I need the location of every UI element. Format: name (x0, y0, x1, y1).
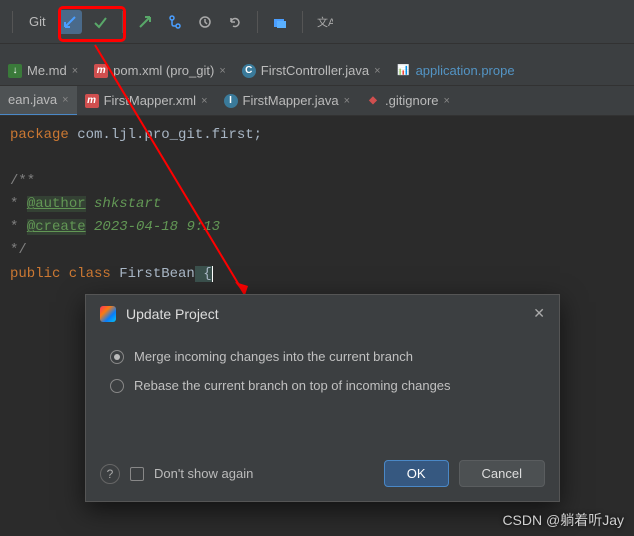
ok-button[interactable]: OK (384, 460, 449, 487)
gitignore-icon: ◆ (366, 94, 380, 108)
main-toolbar: Git 文A (0, 0, 634, 44)
dont-show-checkbox[interactable] (130, 467, 144, 481)
tab-label: FirstMapper.xml (104, 93, 196, 108)
close-icon[interactable]: × (72, 65, 78, 77)
comment: * (10, 196, 27, 212)
separator (257, 11, 258, 33)
text-cursor (212, 266, 221, 282)
dialog-titlebar: Update Project ✕ (86, 295, 559, 332)
radio-label: Merge incoming changes into the current … (134, 349, 413, 364)
tab-pom[interactable]: m pom.xml (pro_git) × (86, 56, 234, 86)
tab-label: pom.xml (pro_git) (113, 63, 214, 78)
tab-mapper-xml[interactable]: m FirstMapper.xml × (77, 86, 216, 116)
interface-icon: I (224, 94, 238, 108)
tab-properties[interactable]: 📊 application.prope (389, 56, 523, 86)
tab-label: ean.java (8, 92, 57, 107)
separator (12, 11, 13, 33)
checkbox-label: Don't show again (154, 466, 374, 481)
separator (302, 11, 303, 33)
spacer (0, 44, 634, 56)
git-label[interactable]: Git (23, 12, 52, 31)
dialog-title: Update Project (126, 306, 523, 322)
brace: { (195, 266, 212, 282)
folder-button[interactable] (268, 10, 292, 34)
radio-merge[interactable]: Merge incoming changes into the current … (110, 342, 535, 371)
doc-tag: @create (27, 219, 86, 235)
branch-button[interactable] (163, 10, 187, 34)
keyword: package (10, 127, 69, 143)
intellij-icon (100, 306, 116, 322)
dialog-footer: ? Don't show again OK Cancel (86, 446, 559, 501)
xml-icon: m (85, 94, 99, 108)
editor-tabs-row-2: ean.java × m FirstMapper.xml × I FirstMa… (0, 86, 634, 116)
close-icon[interactable]: × (444, 95, 450, 107)
close-icon[interactable]: × (201, 95, 207, 107)
comment: * (10, 219, 27, 235)
tab-label: Me.md (27, 63, 67, 78)
doc-value: 2023-04-18 9:13 (86, 219, 220, 235)
package-name: com.ljl.pro_git.first; (69, 127, 262, 143)
editor-tabs-row-1: ↓ Me.md × m pom.xml (pro_git) × C FirstC… (0, 56, 634, 86)
history-button[interactable] (193, 10, 217, 34)
svg-text:文A: 文A (317, 15, 333, 29)
doc-value: shkstart (86, 196, 162, 212)
close-icon[interactable]: × (344, 95, 350, 107)
doc-tag: @author (27, 196, 86, 212)
watermark: CSDN @躺着听Jay (502, 510, 624, 530)
radio-label: Rebase the current branch on top of inco… (134, 378, 451, 393)
radio-icon (110, 350, 124, 364)
properties-icon: 📊 (397, 64, 411, 78)
class-name: FirstBean (119, 266, 195, 282)
close-icon[interactable]: × (374, 65, 380, 77)
push-button[interactable] (133, 10, 157, 34)
update-project-button[interactable] (58, 10, 82, 34)
keyword: public class (10, 266, 119, 282)
separator (122, 11, 123, 33)
comment: /** (10, 170, 624, 193)
help-button[interactable]: ? (100, 464, 120, 484)
markdown-icon: ↓ (8, 64, 22, 78)
close-icon[interactable]: × (219, 65, 225, 77)
maven-icon: m (94, 64, 108, 78)
tab-label: application.prope (416, 63, 515, 78)
tab-label: FirstMapper.java (243, 93, 339, 108)
class-icon: C (242, 64, 256, 78)
close-icon[interactable]: × (62, 94, 68, 106)
tab-gitignore[interactable]: ◆ .gitignore × (358, 86, 458, 116)
code-editor[interactable]: package com.ljl.pro_git.first; /** * @au… (0, 116, 634, 294)
comment: */ (10, 239, 624, 262)
tab-controller[interactable]: C FirstController.java × (234, 56, 389, 86)
dialog-body: Merge incoming changes into the current … (86, 332, 559, 400)
translate-button[interactable]: 文A (313, 10, 337, 34)
cancel-button[interactable]: Cancel (459, 460, 545, 487)
tab-readme[interactable]: ↓ Me.md × (0, 56, 86, 86)
radio-rebase[interactable]: Rebase the current branch on top of inco… (110, 371, 535, 400)
tab-label: .gitignore (385, 93, 438, 108)
close-icon[interactable]: ✕ (533, 305, 545, 322)
update-project-dialog: Update Project ✕ Merge incoming changes … (85, 294, 560, 502)
commit-button[interactable] (88, 10, 112, 34)
rollback-button[interactable] (223, 10, 247, 34)
tab-bean[interactable]: ean.java × (0, 86, 77, 116)
tab-mapper-java[interactable]: I FirstMapper.java × (216, 86, 359, 116)
radio-icon (110, 379, 124, 393)
tab-label: FirstController.java (261, 63, 369, 78)
